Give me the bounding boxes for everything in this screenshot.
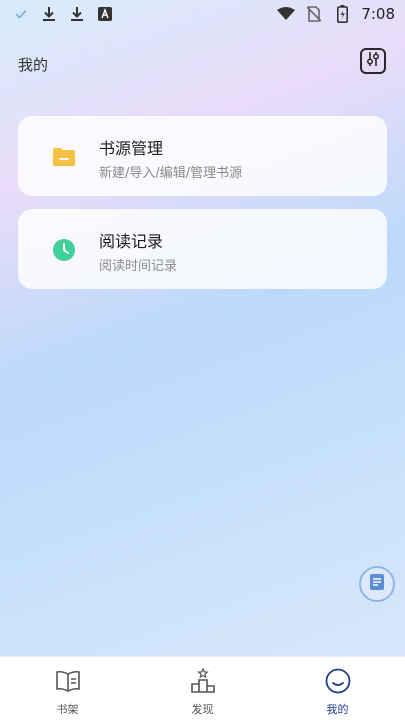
floating-document-button[interactable] (359, 566, 395, 602)
no-sim-icon (305, 5, 323, 23)
wifi-icon (277, 5, 296, 23)
download-icon (40, 5, 58, 23)
tune-settings-icon (365, 51, 381, 71)
card-title: 阅读记录 (99, 232, 164, 251)
card-subtitle: 新建/导入/编辑/管理书源 (99, 166, 243, 181)
check-icon (12, 5, 30, 23)
folder-icon (52, 145, 76, 169)
nav-label: 发现 (191, 703, 214, 716)
book-icon (54, 667, 82, 695)
smile-icon (324, 667, 352, 695)
document-icon (369, 573, 385, 595)
clock-icon (52, 238, 76, 262)
card-subtitle: 阅读时间记录 (99, 259, 178, 274)
font-a-icon (96, 5, 114, 23)
nav-label: 我的 (326, 703, 349, 716)
status-right-icons: 7:08 (277, 5, 395, 23)
card-title: 书源管理 (99, 139, 164, 158)
book-source-management-card[interactable]: 书源管理 新建/导入/编辑/管理书源 (18, 116, 387, 196)
download-icon (68, 5, 86, 23)
status-left-icons (12, 5, 114, 23)
bottom-nav: 书架 发现 我的 (0, 656, 405, 720)
nav-item-discover[interactable]: 发现 (135, 657, 270, 720)
nav-item-mine[interactable]: 我的 (270, 657, 405, 720)
status-bar: 7:08 (0, 0, 405, 28)
settings-button[interactable] (360, 48, 386, 74)
reading-record-card[interactable]: 阅读记录 阅读时间记录 (18, 209, 387, 289)
page-title: 我的 (18, 56, 49, 74)
battery-charging-icon (333, 5, 351, 23)
podium-icon (189, 667, 217, 695)
nav-item-bookshelf[interactable]: 书架 (0, 657, 135, 720)
nav-label: 书架 (56, 703, 79, 716)
status-time: 7:08 (361, 5, 395, 23)
